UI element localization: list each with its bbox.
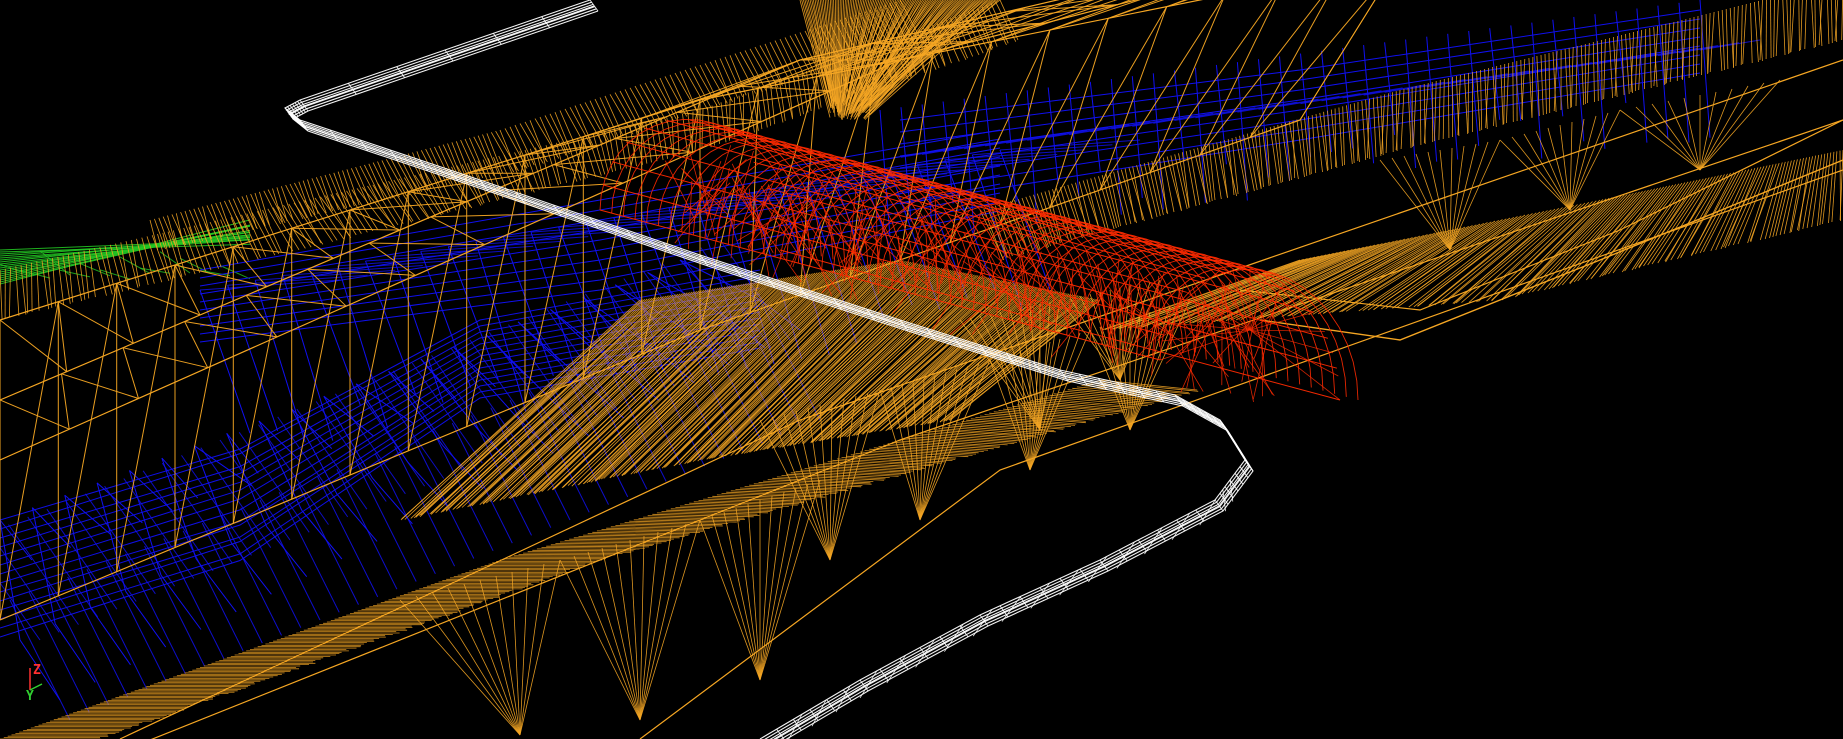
- wireframe-scene[interactable]: [0, 0, 1843, 739]
- axis-gizmo: Z Y: [20, 660, 60, 704]
- terrain-mesh-orange: [0, 0, 1843, 739]
- y-axis-label: Y: [26, 689, 34, 700]
- 3d-viewport[interactable]: Z Y: [0, 0, 1843, 739]
- z-axis-label: Z: [33, 663, 41, 678]
